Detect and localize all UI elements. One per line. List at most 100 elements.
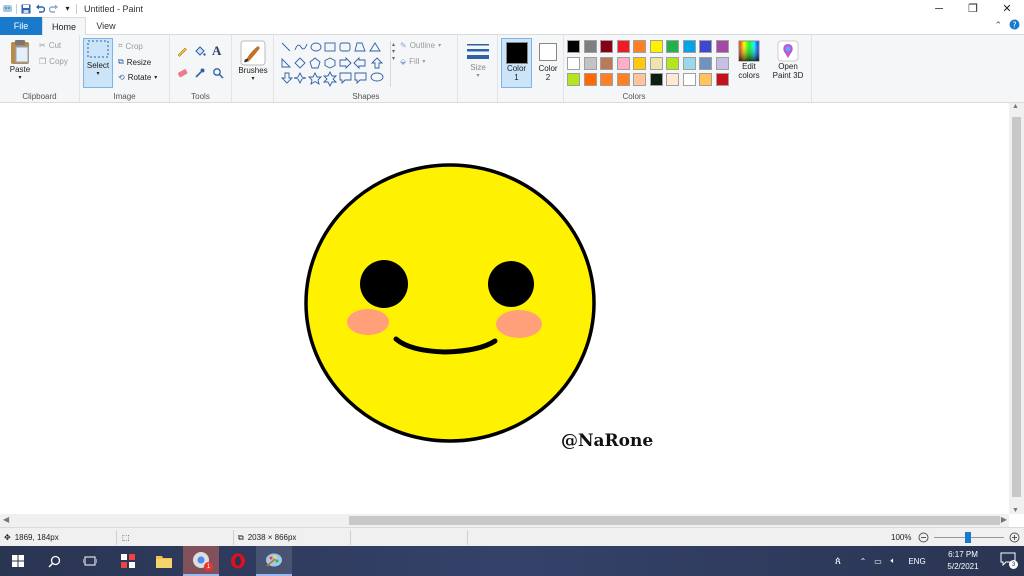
- open-paint3d-button[interactable]: Open Paint 3D: [768, 40, 808, 80]
- palette-swatch[interactable]: [666, 73, 679, 86]
- palette-swatch[interactable]: [649, 56, 663, 70]
- color1-button[interactable]: Color 1: [501, 38, 532, 88]
- collapse-ribbon-icon[interactable]: ⌃: [994, 20, 1002, 31]
- palette-swatch[interactable]: [649, 73, 663, 86]
- palette-swatch[interactable]: [649, 40, 663, 53]
- select-dropdown-icon[interactable]: ▾: [96, 70, 99, 77]
- brushes-button[interactable]: Brushes ▾: [236, 40, 270, 82]
- edit-colors-button[interactable]: Edit colors: [734, 40, 764, 80]
- palette-swatch[interactable]: [715, 73, 729, 86]
- start-button[interactable]: [0, 546, 36, 576]
- drawing-canvas[interactable]: @NaRone: [0, 103, 1009, 514]
- scroll-right-arrow[interactable]: ▶: [1001, 515, 1007, 524]
- palette-swatch[interactable]: [715, 40, 729, 53]
- palette-swatch[interactable]: [583, 56, 597, 70]
- palette-swatch[interactable]: [600, 73, 613, 86]
- pencil-icon[interactable]: [176, 45, 188, 59]
- shapes-gallery[interactable]: [280, 41, 390, 88]
- palette-swatch[interactable]: [567, 40, 580, 53]
- fill-button[interactable]: ⬙ Fill ▾: [400, 57, 425, 66]
- language-indicator[interactable]: ENG: [904, 557, 930, 566]
- horizontal-scroll-thumb[interactable]: [349, 516, 1000, 525]
- battery-icon[interactable]: ▭: [870, 557, 886, 566]
- shapes-scroll[interactable]: ▴ ▾ ▾: [390, 41, 396, 87]
- scroll-up-arrow[interactable]: ▲: [1012, 103, 1019, 110]
- opera-icon: [231, 553, 245, 569]
- clock[interactable]: 6:17 PM 5/2/2021: [938, 549, 988, 573]
- palette-swatch[interactable]: [633, 73, 646, 86]
- save-icon[interactable]: [20, 3, 31, 14]
- palette-swatch[interactable]: [666, 40, 679, 53]
- rotate-button[interactable]: ⟲ Rotate ▾: [118, 73, 157, 82]
- select-button[interactable]: Select ▾: [83, 38, 113, 88]
- vertical-scrollbar[interactable]: ▲ ▼: [1009, 103, 1024, 514]
- scroll-left-arrow[interactable]: ◀: [3, 515, 9, 524]
- tab-home[interactable]: Home: [42, 17, 86, 36]
- zoom-in-button[interactable]: [1009, 528, 1020, 547]
- paint-app-icon[interactable]: [2, 3, 13, 14]
- horizontal-scrollbar[interactable]: ◀ ▶: [0, 514, 1009, 527]
- text-tool-icon[interactable]: A: [212, 43, 221, 59]
- taskbar-file-explorer[interactable]: [146, 546, 182, 576]
- palette-swatch[interactable]: [616, 73, 630, 86]
- palette-swatch[interactable]: [567, 73, 580, 86]
- outline-button[interactable]: ✎ Outline ▾: [400, 41, 441, 50]
- vertical-scroll-thumb[interactable]: [1012, 117, 1021, 497]
- palette-swatch[interactable]: [699, 56, 712, 70]
- palette-swatch[interactable]: [715, 56, 729, 70]
- undo-icon[interactable]: [34, 3, 45, 14]
- scroll-down-arrow[interactable]: ▼: [1012, 507, 1019, 514]
- palette-swatch[interactable]: [583, 73, 597, 86]
- image-group: Select ▾ ⌗ Crop ⧉ Resize ⟲ Rotate ▾ Image: [80, 35, 170, 103]
- taskbar-chrome[interactable]: 1: [183, 546, 219, 576]
- color2-button[interactable]: Color 2: [536, 40, 560, 82]
- color2-label: Color: [538, 64, 558, 73]
- customize-qat-button[interactable]: ▾: [62, 3, 73, 14]
- palette-swatch[interactable]: [682, 40, 696, 53]
- palette-swatch[interactable]: [682, 56, 696, 70]
- show-hidden-icons[interactable]: ⌃: [856, 557, 870, 566]
- palette-swatch[interactable]: [699, 73, 712, 86]
- palette-swatch[interactable]: [600, 56, 613, 70]
- clipboard-group: Paste ▾ ✂ Cut ❐ Copy Clipboard: [0, 35, 80, 103]
- task-view-button[interactable]: [72, 546, 108, 576]
- taskbar-opera[interactable]: [220, 546, 256, 576]
- crop-button[interactable]: ⌗ Crop: [118, 41, 143, 51]
- tab-view[interactable]: View: [86, 17, 126, 35]
- edit-colors-label-2: colors: [738, 71, 760, 80]
- search-button[interactable]: [36, 546, 72, 576]
- palette-swatch[interactable]: [583, 40, 597, 53]
- palette-swatch[interactable]: [699, 40, 712, 53]
- taskbar-paint[interactable]: [256, 546, 292, 576]
- zoom-out-button[interactable]: [918, 528, 929, 547]
- fill-bucket-icon[interactable]: [194, 45, 206, 59]
- restore-button[interactable]: ❐: [956, 0, 990, 17]
- tab-file[interactable]: File: [0, 17, 42, 35]
- taskbar-app-settings[interactable]: [110, 546, 146, 576]
- paste-button[interactable]: Paste ▾: [6, 39, 34, 81]
- minimize-button[interactable]: ─: [922, 0, 956, 17]
- magnifier-icon[interactable]: [212, 67, 224, 81]
- copy-button[interactable]: ❐ Copy: [39, 57, 68, 66]
- resize-button[interactable]: ⧉ Resize: [118, 57, 151, 67]
- palette-swatch[interactable]: [567, 56, 580, 70]
- palette-swatch[interactable]: [682, 73, 696, 86]
- volume-icon[interactable]: 🔈︎: [886, 556, 900, 566]
- palette-swatch[interactable]: [616, 56, 630, 70]
- eraser-icon[interactable]: [176, 67, 188, 81]
- people-icon[interactable]: ጰ: [830, 556, 846, 567]
- palette-swatch[interactable]: [666, 56, 679, 70]
- paste-dropdown-icon[interactable]: ▾: [18, 74, 21, 81]
- palette-swatch[interactable]: [616, 40, 630, 53]
- notification-center-button[interactable]: 3: [1000, 552, 1018, 570]
- help-icon[interactable]: ?: [1009, 19, 1020, 32]
- cut-button[interactable]: ✂ Cut: [39, 41, 61, 50]
- palette-swatch[interactable]: [633, 40, 646, 53]
- color-picker-icon[interactable]: [194, 67, 206, 81]
- palette-swatch[interactable]: [600, 40, 613, 53]
- close-button[interactable]: ✕: [990, 0, 1024, 17]
- zoom-slider-thumb[interactable]: [965, 532, 971, 543]
- redo-icon[interactable]: [48, 3, 59, 14]
- size-button[interactable]: Size ▾: [463, 41, 493, 79]
- palette-swatch[interactable]: [633, 56, 646, 70]
